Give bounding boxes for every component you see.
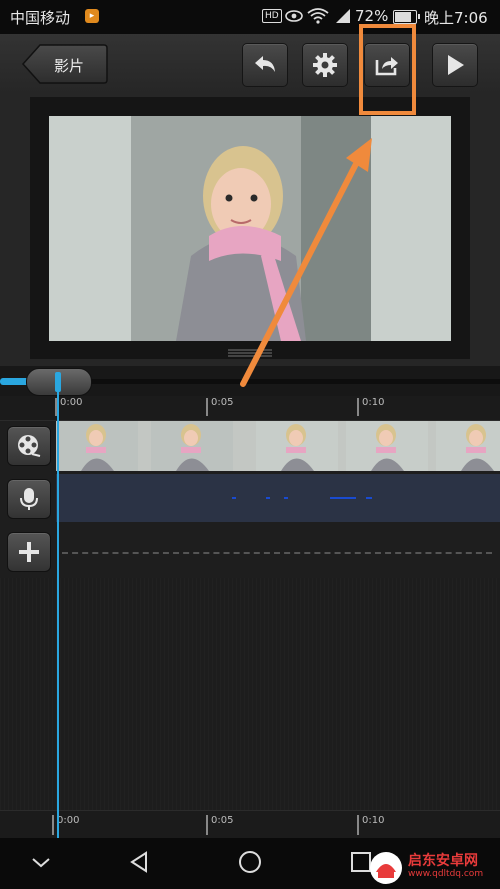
video-clip-strip[interactable] (56, 421, 500, 471)
ruler-tick (52, 815, 54, 835)
back-triangle-icon[interactable] (128, 850, 150, 874)
video-preview[interactable] (49, 116, 451, 341)
battery-icon (393, 10, 420, 24)
add-icon (19, 542, 39, 562)
ruler-label: 0:05 (211, 397, 234, 408)
status-bar: 中国移动 ▸ HD 72% 晚上7:06 (0, 0, 500, 34)
clip-thumbnail (56, 421, 138, 471)
voiceover-button[interactable] (7, 479, 51, 519)
ruler-label: 0:05 (211, 815, 234, 826)
signal-icon (336, 9, 350, 23)
ruler-label: 0:00 (57, 815, 80, 826)
clip-thumbnail (346, 421, 428, 471)
ruler-tick (206, 815, 208, 835)
audio-waveform-strip[interactable] (56, 474, 500, 522)
video-editor-screen: 中国移动 ▸ HD 72% 晚上7:06 影片 0:00 0:05 0:10 0… (0, 0, 500, 889)
add-track-row (0, 527, 500, 577)
home-circle-icon[interactable] (238, 850, 262, 874)
ruler-tick (206, 398, 208, 416)
back-to-movie-button[interactable]: 影片 (22, 44, 108, 84)
bottom-timeline-ruler: 0:00 0:05 0:10 (0, 810, 500, 839)
timeline-empty-area (0, 578, 500, 810)
microphone-icon (20, 488, 38, 510)
hd-icon: HD (262, 9, 282, 23)
settings-button[interactable] (302, 43, 348, 87)
clock: 晚上7:06 (424, 9, 488, 27)
watermark: 启东安卓网 www.qdltdq.com (368, 850, 500, 889)
add-media-button[interactable] (7, 532, 51, 572)
video-track (0, 421, 500, 471)
seek-thumb[interactable] (26, 368, 92, 396)
highlight-box (359, 24, 416, 115)
battery-percent: 72% (355, 7, 389, 25)
video-frame-image (131, 116, 371, 341)
wifi-icon (307, 8, 329, 24)
ruler-label: 0:10 (362, 397, 385, 408)
clip-thumbnail (151, 421, 233, 471)
play-button[interactable] (432, 43, 478, 87)
video-track-icon (18, 435, 41, 457)
watermark-url: www.qdltdq.com (408, 869, 484, 879)
playhead[interactable] (57, 372, 59, 838)
preview-resize-grip-icon[interactable] (228, 349, 272, 357)
watermark-logo-icon (370, 852, 402, 884)
seek-bar[interactable] (0, 366, 500, 396)
settings-icon (313, 53, 337, 77)
play-icon (448, 55, 464, 75)
audio-waveform (232, 497, 372, 499)
ruler-tick (357, 398, 359, 416)
undo-icon (255, 56, 275, 72)
clip-thumbnail (436, 421, 500, 471)
notification-badge-icon: ▸ (85, 9, 99, 23)
undo-button[interactable] (242, 43, 288, 87)
ruler-label: 0:00 (60, 397, 83, 408)
video-track-button[interactable] (7, 426, 51, 466)
carrier-name: 中国移动 (10, 9, 71, 27)
back-button-label: 影片 (54, 57, 85, 75)
audio-track (0, 474, 500, 524)
ruler-tick (357, 815, 359, 835)
empty-track-lane (62, 552, 492, 554)
watermark-name: 启东安卓网 (408, 853, 478, 869)
eye-icon (285, 10, 303, 22)
ruler-label: 0:10 (362, 815, 385, 826)
chevron-down-icon[interactable] (30, 850, 52, 874)
clip-thumbnail (256, 421, 338, 471)
editor-toolbar: 影片 (0, 34, 500, 94)
timeline-ruler: 0:00 0:05 0:10 (0, 396, 500, 421)
